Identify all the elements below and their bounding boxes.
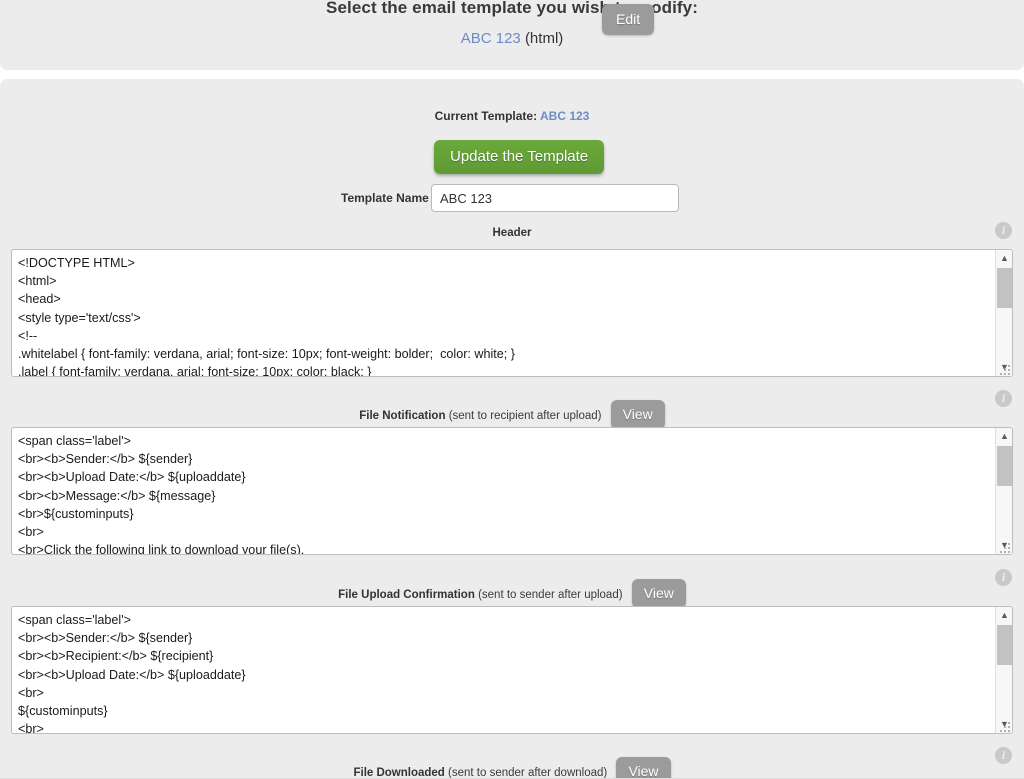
section-caption-file-notification: File Notification (sent to recipient aft… bbox=[0, 400, 1024, 430]
section-caption-file-upload-confirmation: File Upload Confirmation (sent to sender… bbox=[0, 579, 1024, 609]
scrollbar-thumb[interactable] bbox=[997, 446, 1012, 486]
section-note-file-notification: (sent to recipient after upload) bbox=[448, 409, 602, 422]
file-upload-confirmation-textarea[interactable]: <span class='label'> <br><b>Sender:</b> … bbox=[11, 606, 1013, 734]
update-template-button[interactable]: Update the Template bbox=[434, 140, 605, 174]
current-template-label: Current Template: bbox=[434, 109, 538, 123]
view-button-file-downloaded[interactable]: View bbox=[616, 757, 671, 779]
info-icon-file-upload-confirmation[interactable]: i bbox=[995, 569, 1012, 586]
current-template-name: ABC 123 bbox=[540, 109, 590, 123]
template-name-label: Template Name bbox=[341, 191, 429, 205]
file-notification-scrollbar[interactable]: ▲ ▼ bbox=[995, 428, 1012, 554]
section-title-file-downloaded: File Downloaded bbox=[353, 766, 445, 779]
view-button-file-notification[interactable]: View bbox=[610, 400, 665, 429]
scrollbar-thumb[interactable] bbox=[997, 625, 1012, 665]
resize-grip-icon[interactable] bbox=[998, 720, 1010, 732]
template-link[interactable]: ABC 123 bbox=[461, 30, 521, 47]
page-title: Select the email template you wish to mo… bbox=[326, 0, 698, 17]
section-title-file-notification: File Notification bbox=[359, 409, 446, 422]
header-scrollbar[interactable]: ▲ ▼ bbox=[995, 250, 1012, 376]
scroll-up-icon[interactable]: ▲ bbox=[996, 250, 1012, 267]
template-name-input[interactable] bbox=[431, 184, 679, 212]
file-notification-textarea[interactable]: <span class='label'> <br><b>Sender:</b> … bbox=[11, 427, 1013, 555]
info-icon-file-downloaded[interactable]: i bbox=[995, 747, 1012, 764]
section-title-file-upload-confirmation: File Upload Confirmation bbox=[338, 588, 475, 601]
scroll-up-icon[interactable]: ▲ bbox=[996, 607, 1012, 624]
section-caption-header: Header bbox=[0, 227, 1024, 239]
section-note-file-downloaded: (sent to sender after download) bbox=[448, 766, 608, 779]
header-textarea[interactable]: <!DOCTYPE HTML> <html> <head> <style typ… bbox=[11, 249, 1013, 377]
resize-grip-icon[interactable] bbox=[998, 363, 1010, 375]
scrollbar-thumb[interactable] bbox=[997, 268, 1012, 308]
view-button-file-upload-confirmation[interactable]: View bbox=[631, 579, 686, 608]
file-notification-textarea-content: <span class='label'> <br><b>Sender:</b> … bbox=[18, 434, 305, 555]
resize-grip-icon[interactable] bbox=[998, 541, 1010, 553]
section-note-file-upload-confirmation: (sent to sender after upload) bbox=[478, 588, 623, 601]
info-icon-header[interactable]: i bbox=[995, 222, 1012, 239]
file-upload-confirmation-textarea-content: <span class='label'> <br><b>Sender:</b> … bbox=[18, 613, 246, 734]
current-template: Current Template: ABC 123 bbox=[0, 109, 1024, 123]
template-selector-panel: Select the email template you wish to mo… bbox=[0, 0, 1024, 70]
file-upload-confirmation-scrollbar[interactable]: ▲ ▼ bbox=[995, 607, 1012, 733]
section-title-header: Header bbox=[492, 227, 532, 239]
header-textarea-content: <!DOCTYPE HTML> <html> <head> <style typ… bbox=[18, 256, 516, 377]
section-caption-file-downloaded: File Downloaded (sent to sender after do… bbox=[0, 757, 1024, 779]
edit-button[interactable]: Edit bbox=[602, 4, 655, 35]
page-root: Select the email template you wish to mo… bbox=[0, 0, 1024, 779]
selected-template-row: ABC 123 (html) bbox=[0, 30, 1024, 47]
scroll-up-icon[interactable]: ▲ bbox=[996, 428, 1012, 445]
info-icon-file-notification[interactable]: i bbox=[995, 390, 1012, 407]
template-kind-label: (html) bbox=[524, 30, 564, 47]
